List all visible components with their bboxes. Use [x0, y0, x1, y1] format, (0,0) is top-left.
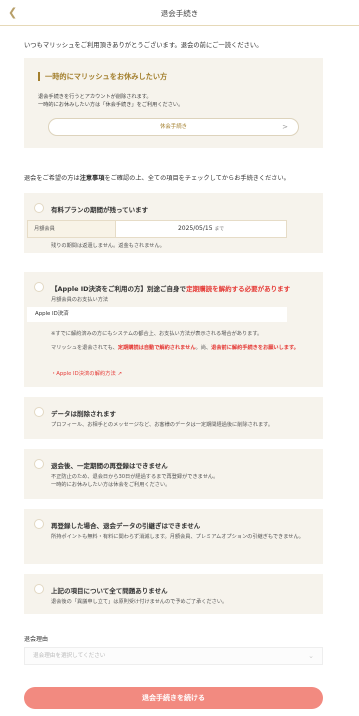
- check-title: 有料プランの期間が残っています: [51, 206, 149, 214]
- apple-cancel-link[interactable]: ・Apple ID決済の解約方法 ↗: [51, 369, 122, 377]
- plan-label: 月額会員: [28, 221, 116, 237]
- check-card-transfer[interactable]: 再登録した場合、退会データの引継ぎはできません 所持ポイントも無料・有料に関わら…: [24, 509, 323, 564]
- apple-note-1: ※すでに解約済みの方にもシステムの都合上、お支払い方法が表示される場合があります…: [51, 331, 263, 337]
- check-radio[interactable]: [34, 203, 44, 213]
- payment-method-value: Apple ID決済: [27, 307, 287, 322]
- check-text: 退会後の「異議申し立て」は原則受け付けませんので予めご了承ください。: [51, 599, 228, 605]
- pause-procedure-button[interactable]: 休会手続き >: [48, 118, 299, 136]
- notice-text: 退会をご希望の方は注意事項をご確認の上、全ての項目をチェックしてからお手続きくだ…: [24, 175, 290, 182]
- plan-table: 月額会員 2025/05/15 まで: [27, 220, 287, 238]
- continue-withdrawal-button[interactable]: 退会手続きを続ける: [24, 687, 323, 709]
- chevron-down-icon: ⌄: [308, 652, 314, 660]
- check-text: 不正防止のため、退会日から30日が経過するまで再登録ができません。 一時的にお休…: [51, 474, 219, 488]
- check-card-data[interactable]: データは削除されます プロフィール、お相手とのメッセージなど、お客様のデータは一…: [24, 397, 323, 439]
- plan-value: 2025/05/15 まで: [177, 225, 225, 232]
- reason-select[interactable]: 退会理由を選択してください ⌄: [24, 647, 323, 665]
- chevron-right-icon: >: [282, 123, 288, 131]
- check-radio[interactable]: [34, 282, 44, 292]
- check-card-confirm[interactable]: 上記の項目について全て問題ありません 退会後の「異議申し立て」は原則受け付けませ…: [24, 574, 323, 614]
- check-radio[interactable]: [34, 459, 44, 469]
- intro-text: いつもマリッシュをご利用頂きありがとうございます。退会の前にご一読ください。: [24, 42, 263, 49]
- header: ❮ 退会手続き: [0, 0, 359, 26]
- check-title: 退会後、一定期間の再登録はできません: [51, 462, 168, 470]
- check-title: 再登録した場合、退会データの引継ぎはできません: [51, 522, 201, 530]
- payment-method-label: 月額会員のお支払い方法: [51, 297, 109, 303]
- pause-description: 退会手続きを行うとアカウントが削除されます。 一時的にお休みしたい方は「休会手続…: [38, 94, 184, 108]
- pause-title: 一時的にマリッシュをお休みしたい方: [38, 72, 167, 81]
- check-title: 上記の項目について全て問題ありません: [51, 587, 168, 595]
- apple-note-2: マリッシュを退会されても、定期購読は自動で解約されません。尚、退会前に解約手続き…: [51, 345, 299, 351]
- pause-section: 一時的にマリッシュをお休みしたい方 退会手続きを行うとアカウントが削除されます。…: [24, 58, 323, 148]
- check-radio[interactable]: [34, 519, 44, 529]
- check-text: プロフィール、お相手とのメッセージなど、お客様のデータは一定期間経過後に削除され…: [51, 422, 274, 428]
- check-text: 残りの期間は返還しません。返金もされません。: [51, 243, 165, 249]
- check-title: データは削除されます: [51, 410, 116, 418]
- check-radio[interactable]: [34, 584, 44, 594]
- page-title: 退会手続き: [160, 9, 199, 18]
- check-card-apple[interactable]: 【Apple ID決済をご利用の方】別途ご自身で定期購読を解約する必要があります…: [24, 272, 323, 387]
- reason-label: 退会理由: [24, 636, 49, 643]
- check-text: 所持ポイントも無料・有料に関わらず消滅します。月額会員、プレミアムオプションの引…: [51, 534, 304, 540]
- check-title: 【Apple ID決済をご利用の方】別途ご自身で定期購読を解約する必要があります: [51, 285, 291, 293]
- check-radio[interactable]: [34, 407, 44, 417]
- check-card-reregister[interactable]: 退会後、一定期間の再登録はできません 不正防止のため、退会日から30日が経過する…: [24, 449, 323, 499]
